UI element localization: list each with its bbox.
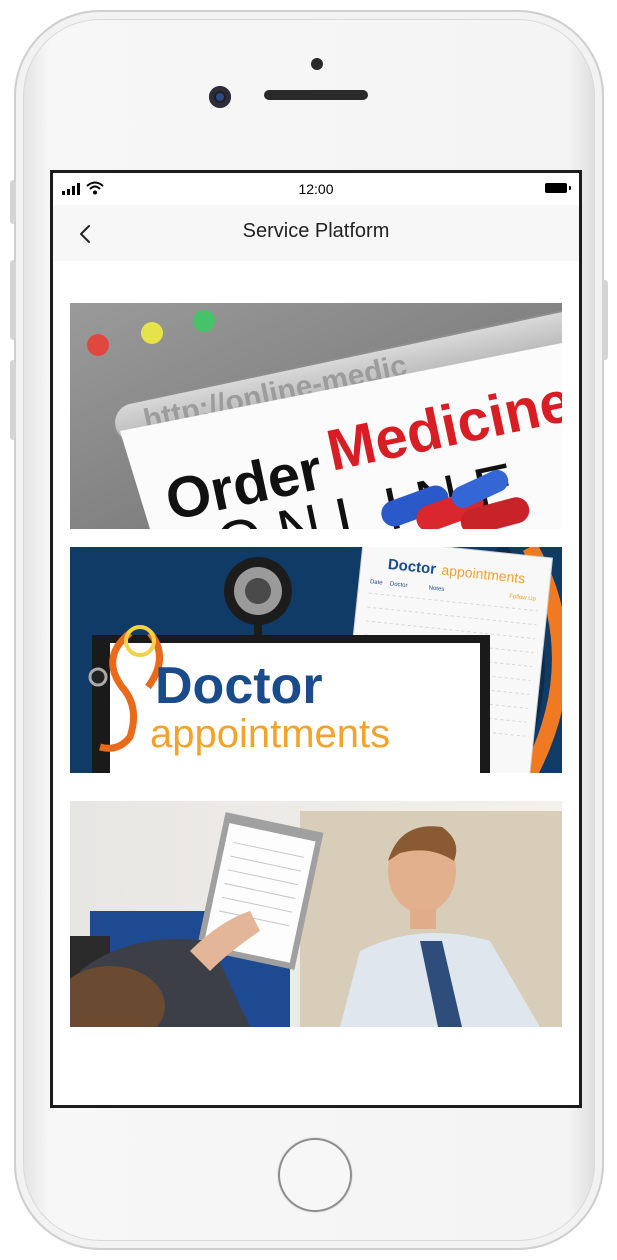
front-camera (209, 86, 231, 108)
window-dot-red (87, 334, 109, 356)
consultation-photo (70, 801, 562, 1027)
mute-switch (10, 180, 16, 224)
volume-up-button (10, 260, 16, 340)
order-medicine-card[interactable]: http://online-medic Order Medicine ONLIN… (70, 303, 562, 529)
proximity-sensor (311, 58, 323, 70)
volume-down-button (10, 360, 16, 440)
doctor-heading: Doctor (155, 657, 323, 715)
battery-icon (545, 183, 571, 193)
service-list: http://online-medic Order Medicine ONLIN… (53, 261, 579, 1105)
doctor-appointments-card[interactable]: Doctor appointments Date Doctor Notes Fo… (70, 547, 562, 773)
navigation-bar: Service Platform (53, 205, 579, 261)
page-title: Service Platform (242, 220, 390, 242)
window-dot-green (193, 310, 215, 332)
earpiece-speaker (264, 90, 368, 100)
consultation-card[interactable] (70, 801, 562, 1027)
window-dot-yellow (141, 322, 163, 344)
status-bar: 12:00 (53, 173, 579, 205)
doctor-appointments-banner: Doctor appointments Date Doctor Notes Fo… (70, 547, 562, 773)
power-button (602, 280, 608, 360)
phone-screen: 12:00 Service Platform http://online-med… (50, 170, 582, 1108)
appointments-heading: appointments (150, 712, 390, 756)
status-time: 12:00 (298, 181, 334, 197)
order-medicine-banner: http://online-medic Order Medicine ONLIN… (70, 303, 562, 529)
home-button[interactable] (278, 1138, 352, 1212)
